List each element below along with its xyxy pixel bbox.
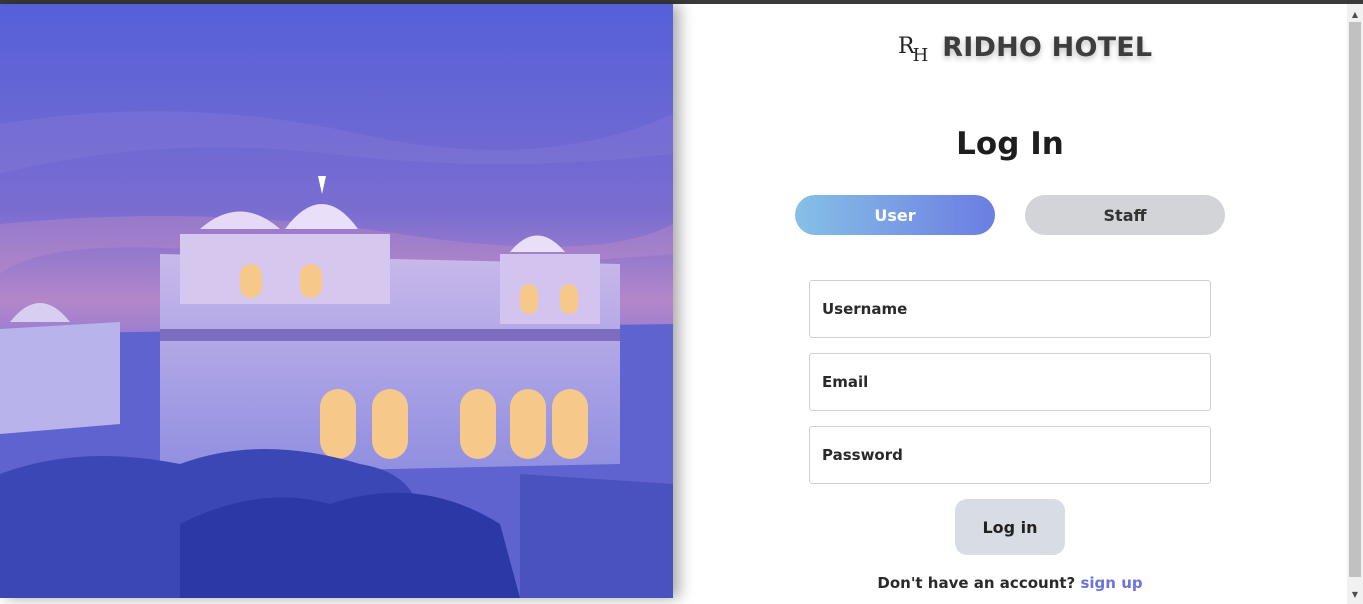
signup-link[interactable]: sign up (1080, 574, 1142, 592)
scroll-down-arrow-icon[interactable]: ▼ (1347, 586, 1363, 602)
username-field-wrapper (809, 280, 1211, 338)
page-title: Log In (956, 126, 1064, 162)
brand-name: RIDHO HOTEL (942, 31, 1153, 63)
password-field-wrapper (809, 426, 1211, 484)
vertical-scrollbar[interactable]: ▲ ▼ (1347, 4, 1363, 604)
signup-prompt-text: Don't have an account? (877, 574, 1076, 592)
tab-staff[interactable]: Staff (1025, 195, 1225, 235)
login-button[interactable]: Log in (955, 499, 1065, 555)
palace-illustration (0, 4, 673, 598)
signup-prompt: Don't have an account? sign up (809, 574, 1211, 592)
email-field-wrapper (809, 353, 1211, 411)
rh-monogram-icon: RH (898, 34, 928, 66)
email-input[interactable] (810, 354, 1210, 410)
scroll-up-arrow-icon[interactable]: ▲ (1347, 6, 1363, 22)
password-input[interactable] (810, 427, 1210, 483)
brand-logo: RH RIDHO HOTEL (898, 27, 1152, 67)
username-input[interactable] (810, 281, 1210, 337)
hotel-hero-image (0, 4, 673, 598)
tab-user[interactable]: User (795, 195, 995, 235)
scrollbar-thumb[interactable] (1349, 22, 1361, 577)
